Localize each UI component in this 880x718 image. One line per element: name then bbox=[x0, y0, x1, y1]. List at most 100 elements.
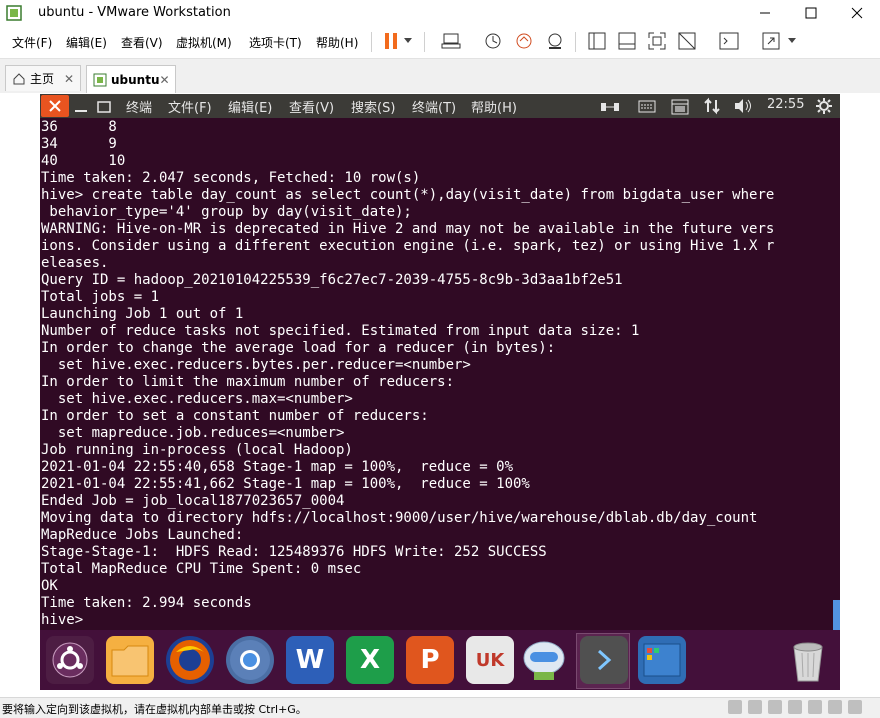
terminal-minimize-button[interactable] bbox=[74, 99, 88, 118]
terminal-line: 2021-01-04 22:55:40,658 Stage-1 map = 10… bbox=[41, 459, 514, 475]
terminal-line: 36 8 bbox=[41, 119, 117, 135]
terminal-line: Query ID = hadoop_20210104225539_f6c27ec… bbox=[41, 272, 623, 288]
keyboard-icon[interactable] bbox=[638, 98, 656, 118]
gear-icon[interactable] bbox=[815, 97, 833, 119]
send-ctrl-alt-del-icon[interactable] bbox=[438, 29, 464, 53]
window-title: ubuntu - VMware Workstation bbox=[38, 5, 231, 20]
chromium-icon[interactable] bbox=[226, 636, 274, 684]
close-icon[interactable]: ✕ bbox=[64, 72, 74, 86]
terminal-line: set hive.exec.reducers.bytes.per.reducer… bbox=[41, 357, 471, 373]
input-method-icon[interactable] bbox=[600, 99, 620, 118]
terminal-line: Ended Job = job_local1877023657_0004 bbox=[41, 493, 345, 509]
terminal-line: hive> create table day_count as select c… bbox=[41, 187, 775, 203]
calendar-icon[interactable] bbox=[671, 97, 689, 119]
tab-label: ubuntu bbox=[111, 72, 160, 87]
terminal-line: eleases. bbox=[41, 255, 109, 271]
terminal-menu-edit[interactable]: 编辑(E) bbox=[228, 97, 272, 116]
terminal-line: ions. Consider using a different executi… bbox=[41, 238, 775, 254]
software-center-icon[interactable]: UK bbox=[466, 636, 514, 684]
toolbar-separator bbox=[371, 32, 372, 52]
terminal-line: set hive.exec.reducers.max=<number> bbox=[41, 391, 353, 407]
terminal-menu-file[interactable]: 文件(F) bbox=[168, 97, 212, 116]
terminal-menu-view[interactable]: 查看(V) bbox=[289, 97, 334, 116]
terminal-line: In order to change the average load for … bbox=[41, 340, 556, 356]
unity-mode-icon[interactable] bbox=[674, 29, 700, 53]
wps-presentation-icon[interactable]: P bbox=[406, 636, 454, 684]
tab-ubuntu[interactable]: ubuntu ✕ bbox=[86, 65, 176, 93]
files-icon[interactable] bbox=[106, 636, 154, 684]
menu-file[interactable]: 文件(F) bbox=[12, 34, 52, 51]
show-library-icon[interactable] bbox=[584, 29, 610, 53]
terminal-menu-help[interactable]: 帮助(H) bbox=[471, 97, 517, 116]
snapshot-icon[interactable] bbox=[480, 29, 506, 53]
chevron-down-icon[interactable] bbox=[784, 29, 800, 53]
home-icon bbox=[12, 72, 26, 86]
terminal-line: Total MapReduce CPU Time Spent: 0 msec bbox=[41, 561, 362, 577]
close-button[interactable] bbox=[834, 0, 880, 26]
workspace-icon[interactable] bbox=[638, 636, 686, 684]
trash-icon[interactable] bbox=[784, 636, 832, 684]
hard-disk-icon[interactable] bbox=[728, 700, 742, 714]
terminal-line: Moving data to directory hdfs://localhos… bbox=[41, 510, 758, 526]
terminal-line: OK bbox=[41, 578, 58, 594]
vmware-app-icon bbox=[6, 5, 22, 21]
installer-icon[interactable] bbox=[520, 636, 568, 684]
terminal-line: In order to set a constant number of red… bbox=[41, 408, 429, 424]
ubuntu-logo-icon[interactable] bbox=[46, 636, 94, 684]
terminal-line: Time taken: 2.994 seconds bbox=[41, 595, 252, 611]
wps-writer-icon[interactable]: W bbox=[286, 636, 334, 684]
terminal-line: Number of reduce tasks not specified. Es… bbox=[41, 323, 640, 339]
terminal-line: set mapreduce.job.reduces=<number> bbox=[41, 425, 345, 441]
status-message: 要将输入定向到该虚拟机，请在虚拟机内部单击或按 Ctrl+G。 bbox=[2, 703, 307, 716]
menu-help[interactable]: 帮助(H) bbox=[316, 34, 358, 51]
network-adapter-icon[interactable] bbox=[768, 700, 782, 714]
clock[interactable]: 22:55 bbox=[767, 97, 804, 112]
menu-tabs[interactable]: 选项卡(T) bbox=[249, 34, 302, 51]
terminal-line: Total jobs = 1 bbox=[41, 289, 160, 305]
firefox-icon[interactable] bbox=[166, 636, 214, 684]
console-view-icon[interactable] bbox=[716, 29, 742, 53]
chevron-down-icon[interactable] bbox=[400, 29, 416, 53]
terminal-line: In order to limit the maximum number of … bbox=[41, 374, 455, 390]
printer-icon[interactable] bbox=[828, 700, 842, 714]
terminal-line: Job running in-process (local Hadoop) bbox=[41, 442, 353, 458]
menu-edit[interactable]: 编辑(E) bbox=[66, 34, 107, 51]
terminal-line: 34 9 bbox=[41, 136, 117, 152]
terminal-close-button[interactable] bbox=[41, 95, 69, 117]
terminal-icon[interactable] bbox=[580, 636, 628, 684]
snapshot-manager-icon[interactable] bbox=[542, 29, 568, 53]
display-icon[interactable] bbox=[848, 700, 862, 714]
terminal-line: WARNING: Hive-on-MR is deprecated in Hiv… bbox=[41, 221, 775, 237]
terminal-line: 2021-01-04 22:55:41,662 Stage-1 map = 10… bbox=[41, 476, 530, 492]
maximize-button[interactable] bbox=[788, 0, 834, 26]
close-icon[interactable]: ✕ bbox=[160, 73, 170, 87]
terminal-line: Time taken: 2.047 seconds, Fetched: 10 r… bbox=[41, 170, 421, 186]
thumbnail-bar-icon[interactable] bbox=[614, 29, 640, 53]
stretch-guest-icon[interactable] bbox=[758, 29, 784, 53]
terminal-scrollbar[interactable] bbox=[833, 600, 840, 630]
cd-dvd-icon[interactable] bbox=[748, 700, 762, 714]
toolbar-separator bbox=[424, 32, 425, 52]
tab-label: 主页 bbox=[30, 72, 55, 86]
usb-icon[interactable] bbox=[788, 700, 802, 714]
sound-card-icon[interactable] bbox=[808, 700, 822, 714]
minimize-button[interactable] bbox=[742, 0, 788, 26]
network-icon[interactable] bbox=[703, 97, 721, 119]
tab-home[interactable]: 主页 ✕ bbox=[5, 65, 81, 91]
terminal-output[interactable]: 36 8 34 9 40 10 Time taken: 2.047 seconds, … bbox=[41, 119, 835, 629]
terminal-line: Stage-Stage-1: HDFS Read: 125489376 HDFS… bbox=[41, 544, 547, 560]
wps-spreadsheet-icon[interactable]: X bbox=[346, 636, 394, 684]
toolbar-separator bbox=[575, 32, 576, 52]
terminal-maximize-button[interactable] bbox=[97, 99, 111, 118]
menu-view[interactable]: 查看(V) bbox=[121, 34, 163, 51]
volume-icon[interactable] bbox=[734, 98, 754, 118]
terminal-menu-search[interactable]: 搜索(S) bbox=[351, 97, 395, 116]
terminal-line: behavior_type='4' group by day(visit_dat… bbox=[41, 204, 412, 220]
full-screen-icon[interactable] bbox=[644, 29, 670, 53]
terminal-line: MapReduce Jobs Launched: bbox=[41, 527, 244, 543]
terminal-menu-terminal[interactable]: 终端(T) bbox=[412, 97, 456, 116]
terminal-line: 40 10 bbox=[41, 153, 126, 169]
menu-vm[interactable]: 虚拟机(M) bbox=[176, 34, 232, 51]
revert-snapshot-icon[interactable] bbox=[511, 29, 537, 53]
terminal-line: Launching Job 1 out of 1 bbox=[41, 306, 244, 322]
